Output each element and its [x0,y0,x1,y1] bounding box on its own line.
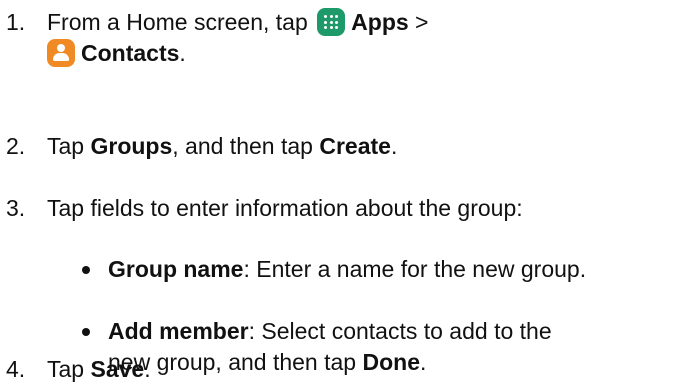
step-text-line-2: Contacts. [47,38,428,69]
step-number: 1. [6,9,26,35]
step-text-intro: From a Home screen, tap [47,9,315,35]
punctuation: . [179,40,186,66]
create-label: Create [319,133,391,159]
step-text: Tap fields to enter information about th… [47,195,523,221]
apps-label: Apps [351,9,409,35]
apps-grid-icon [317,8,346,36]
bullet-text-line-2: new group, and then tap Done. [108,347,552,378]
save-label: Save [90,356,145,382]
step-text-intro: Tap [47,356,91,382]
bullet-icon [82,266,90,274]
add-member-label: Add member [108,318,249,344]
done-label: Done [362,349,420,375]
punctuation: . [419,349,427,375]
step-number: 3. [6,195,26,221]
punctuation: . [390,133,398,159]
bullet-icon [82,328,90,336]
step-text: Tap Save. [47,354,151,385]
bullet-text: Group name: Enter a name for the new gro… [108,254,586,285]
contacts-person-icon [47,39,75,67]
step-text-mid: , and then tap [172,133,320,159]
breadcrumb-separator: > [408,9,429,35]
step-text-intro: Tap [47,133,91,159]
step-number: 4. [6,356,26,382]
contacts-label: Contacts [81,40,180,66]
group-name-label: Group name [108,256,244,282]
groups-label: Groups [90,133,173,159]
step-number: 2. [6,133,26,159]
bullet-description: : Enter a name for the new group. [243,256,587,282]
step-text: Tap Groups, and then tap Create. [47,131,397,162]
bullet-text: Add member: Select contacts to add to th… [108,316,552,378]
punctuation: . [144,356,151,382]
step-text: From a Home screen, tap Apps > Contacts. [47,7,428,69]
bullet-description: : Select contacts to add to the [248,318,552,344]
